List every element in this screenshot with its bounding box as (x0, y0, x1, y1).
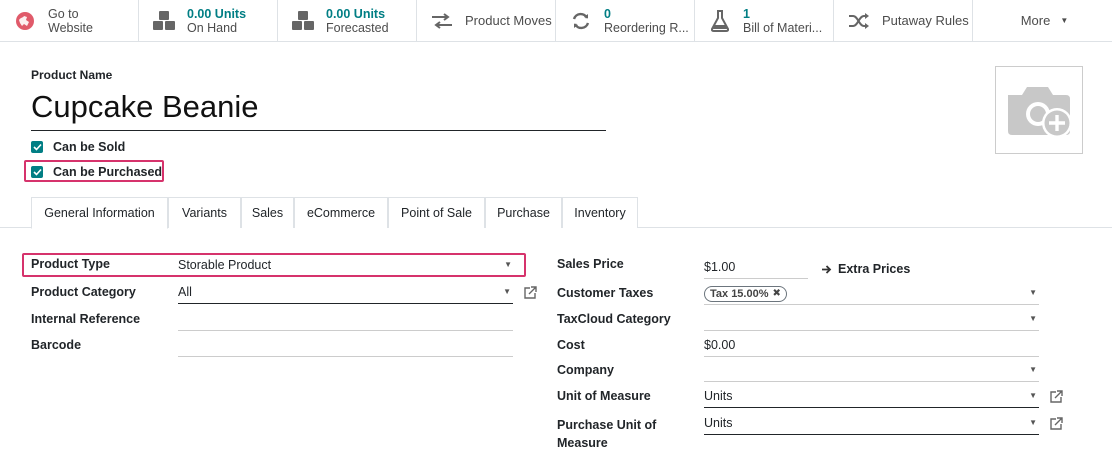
purchase-uom-select[interactable]: Units ▼ (704, 413, 1039, 435)
exchange-icon (429, 8, 455, 34)
product-name-input[interactable]: Cupcake Beanie (31, 88, 606, 131)
caret-down-icon: ▼ (1029, 288, 1037, 297)
refresh-icon (568, 8, 594, 34)
customer-taxes-input[interactable]: Tax 15.00% ✖ ▼ (704, 283, 1039, 305)
unit-of-measure-value: Units (704, 389, 733, 403)
remove-tag-icon[interactable]: ✖ (773, 287, 781, 301)
cubes-icon (290, 8, 316, 34)
purchase-uom-label-line2: Measure (557, 436, 608, 450)
product-moves-label: Product Moves (465, 13, 552, 28)
more-label: More (1020, 13, 1051, 28)
tab-general-information[interactable]: General Information (31, 197, 168, 229)
forecasted-button[interactable]: 0.00 Units Forecasted (278, 0, 417, 41)
highlight-box-purchased (24, 160, 164, 182)
reordering-rules-button[interactable]: 0 Reordering R... (556, 0, 695, 41)
taxcloud-category-select[interactable]: ▼ (704, 309, 1039, 331)
unit-of-measure-label: Unit of Measure (557, 389, 651, 403)
tab-sales[interactable]: Sales (241, 197, 294, 228)
barcode-label: Barcode (31, 338, 82, 352)
more-button[interactable]: More ▼ (977, 0, 1112, 41)
reordering-rules-label: Reordering R... (604, 20, 689, 35)
on-hand-button[interactable]: 0.00 Units On Hand (139, 0, 278, 41)
tab-inventory[interactable]: Inventory (562, 197, 638, 228)
company-label: Company (557, 363, 614, 377)
cubes-icon (151, 8, 177, 34)
company-select[interactable]: ▼ (704, 360, 1039, 382)
putaway-rules-button[interactable]: Putaway Rules (834, 0, 973, 41)
notebook-tabs: General Information Variants Sales eComm… (0, 197, 1112, 229)
can-be-sold-label: Can be Sold (53, 140, 126, 154)
caret-down-icon: ▼ (1060, 16, 1069, 25)
internal-reference-label: Internal Reference (31, 312, 141, 326)
caret-down-icon: ▼ (1029, 418, 1037, 427)
forecasted-label: Forecasted (326, 20, 389, 35)
customer-taxes-label: Customer Taxes (557, 286, 654, 300)
cost-input[interactable]: $0.00 (704, 335, 1039, 357)
external-link-icon[interactable] (1049, 390, 1063, 404)
camera-plus-icon (1008, 87, 1072, 138)
tab-point-of-sale[interactable]: Point of Sale (388, 197, 485, 228)
tax-tag: Tax 15.00% ✖ (704, 286, 787, 302)
bill-of-materials-label: Bill of Materi... (743, 20, 823, 35)
external-link-icon[interactable] (1049, 417, 1063, 431)
smart-buttons-bar: Go to Website 0.00 Units On Hand 0.00 Un… (0, 0, 1112, 42)
flask-icon (707, 8, 733, 34)
highlight-box-product-type (22, 253, 526, 277)
extra-prices-button[interactable]: Extra Prices (821, 262, 910, 276)
unit-of-measure-select[interactable]: Units ▼ (704, 386, 1039, 408)
go-to-website-line1: Go to (48, 6, 79, 21)
taxcloud-category-label: TaxCloud Category (557, 312, 671, 326)
tab-ecommerce[interactable]: eCommerce (294, 197, 388, 228)
purchase-uom-label: Purchase Unit of Measure (557, 416, 656, 452)
caret-down-icon: ▼ (1029, 365, 1037, 374)
cost-label: Cost (557, 338, 585, 352)
checkmark-icon (31, 141, 43, 153)
internal-reference-input[interactable] (178, 309, 513, 331)
bill-of-materials-button[interactable]: 1 Bill of Materi... (695, 0, 834, 41)
purchase-uom-value: Units (704, 416, 733, 430)
putaway-rules-label: Putaway Rules (882, 13, 969, 28)
go-to-website-line2: Website (48, 20, 93, 35)
product-moves-button[interactable]: Product Moves (417, 0, 556, 41)
purchase-uom-label-line1: Purchase Unit of (557, 418, 657, 432)
on-hand-label: On Hand (187, 20, 238, 35)
tab-variants[interactable]: Variants (168, 197, 241, 228)
external-link-icon[interactable] (523, 286, 537, 300)
can-be-sold-checkbox[interactable]: Can be Sold (31, 140, 125, 154)
on-hand-value: 0.00 Units (187, 6, 247, 21)
reordering-rules-value: 0 (604, 6, 611, 21)
go-to-website-button[interactable]: Go to Website (0, 0, 139, 41)
sales-price-input[interactable]: $1.00 (704, 257, 808, 279)
caret-down-icon: ▼ (1029, 314, 1037, 323)
random-icon (846, 8, 872, 34)
tax-tag-label: Tax 15.00% (710, 288, 769, 300)
bill-of-materials-value: 1 (743, 6, 750, 21)
arrow-right-icon (822, 264, 832, 274)
product-category-value: All (178, 285, 192, 299)
tab-purchase[interactable]: Purchase (485, 197, 562, 228)
caret-down-icon: ▼ (1029, 391, 1037, 400)
product-image-upload[interactable] (995, 66, 1083, 154)
product-category-select[interactable]: All ▼ (178, 282, 513, 304)
extra-prices-label: Extra Prices (838, 262, 911, 276)
product-category-label: Product Category (31, 285, 136, 299)
sales-price-label: Sales Price (557, 257, 624, 271)
product-name-label: Product Name (31, 68, 113, 82)
forecasted-value: 0.00 Units (326, 6, 386, 21)
caret-down-icon: ▼ (503, 287, 511, 296)
globe-icon (12, 8, 38, 34)
barcode-input[interactable] (178, 335, 513, 357)
